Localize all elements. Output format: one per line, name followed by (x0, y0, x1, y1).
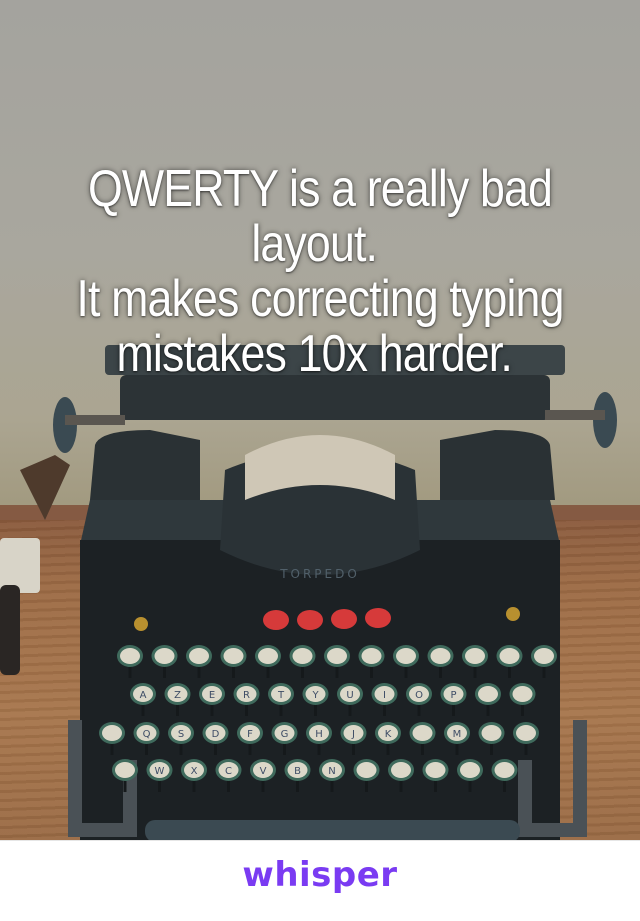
carriage-return-lever (20, 455, 70, 520)
key-label: P (450, 690, 456, 701)
typewriter-illustration: TORPEDO A Z E R T Y U I O P Q S D F G H J K M W X C V B N (0, 345, 617, 840)
key-label: W (155, 766, 165, 777)
key-label: Q (143, 729, 151, 740)
key-label: K (385, 729, 392, 740)
footer: whisper (0, 840, 640, 921)
key-label: D (212, 729, 220, 740)
key-label: A (140, 690, 147, 701)
tab-key (134, 617, 148, 631)
white-object (0, 538, 40, 593)
key-label: R (243, 690, 250, 701)
tab-key-right (506, 607, 520, 621)
background-photo: TORPEDO A Z E R T Y U I O P Q S D F G H J K M W X C V B N (0, 0, 640, 840)
brand-plate: TORPEDO (279, 567, 360, 581)
right-rod (545, 410, 605, 420)
key-label: N (328, 766, 335, 777)
key-label: S (178, 729, 184, 740)
whisper-logo[interactable]: whisper (0, 855, 640, 895)
key-label: G (281, 729, 289, 740)
whisper-message: QWERTY is a really bad layout. It makes … (76, 160, 564, 383)
key-label: M (453, 729, 462, 740)
key-label: C (225, 766, 232, 777)
key-label: V (260, 766, 267, 777)
left-rod (65, 415, 125, 425)
dark-object (0, 585, 20, 675)
key-label: U (346, 690, 353, 701)
right-spool-housing (440, 430, 555, 500)
space-bar (145, 820, 520, 840)
key-label: J (351, 729, 355, 740)
key-label: O (415, 690, 423, 701)
left-spool-housing (90, 430, 200, 500)
key-label: I (383, 690, 386, 701)
key-label: T (277, 690, 285, 701)
key-label: B (294, 766, 301, 777)
key-label: Y (311, 690, 319, 701)
key-label: Z (174, 690, 181, 701)
key-label: E (209, 690, 215, 701)
key-label: X (191, 766, 198, 777)
key-label: H (315, 729, 323, 740)
key-label: F (247, 729, 253, 740)
whisper-card: TORPEDO A Z E R T Y U I O P Q S D F G H J K M W X C V B N QWERTY… (0, 0, 640, 921)
